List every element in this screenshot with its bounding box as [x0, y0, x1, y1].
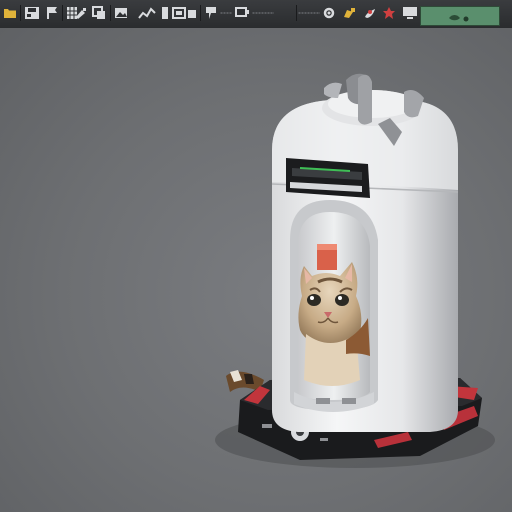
- grid-icon-2[interactable]: [186, 3, 198, 23]
- folder-icon[interactable]: [2, 3, 18, 23]
- image-icon[interactable]: [114, 3, 128, 23]
- flag-icon[interactable]: [45, 3, 59, 23]
- brush-icon[interactable]: [74, 3, 88, 23]
- monitor-icon[interactable]: [402, 3, 418, 23]
- cat-eye-left: [307, 294, 321, 306]
- minimap-panel[interactable]: [420, 6, 500, 26]
- cat-eye-right: [335, 294, 349, 306]
- camera-icon[interactable]: [204, 3, 218, 23]
- map-icon[interactable]: [362, 3, 378, 23]
- screen-icon[interactable]: [234, 3, 250, 23]
- chart-icon[interactable]: [138, 3, 156, 23]
- 3d-viewport[interactable]: [0, 28, 512, 512]
- rocket-icon[interactable]: [342, 3, 358, 23]
- layout-icon[interactable]: [172, 3, 186, 23]
- settings-icon[interactable]: [322, 3, 336, 23]
- toolbar: [0, 0, 512, 29]
- cat-dispenser-model: [215, 73, 495, 468]
- top-fin-center: [358, 74, 372, 125]
- paint-icon[interactable]: [160, 3, 170, 23]
- save-icon[interactable]: [23, 3, 41, 23]
- plane-icon[interactable]: [382, 3, 396, 23]
- copy-icon[interactable]: [92, 3, 106, 23]
